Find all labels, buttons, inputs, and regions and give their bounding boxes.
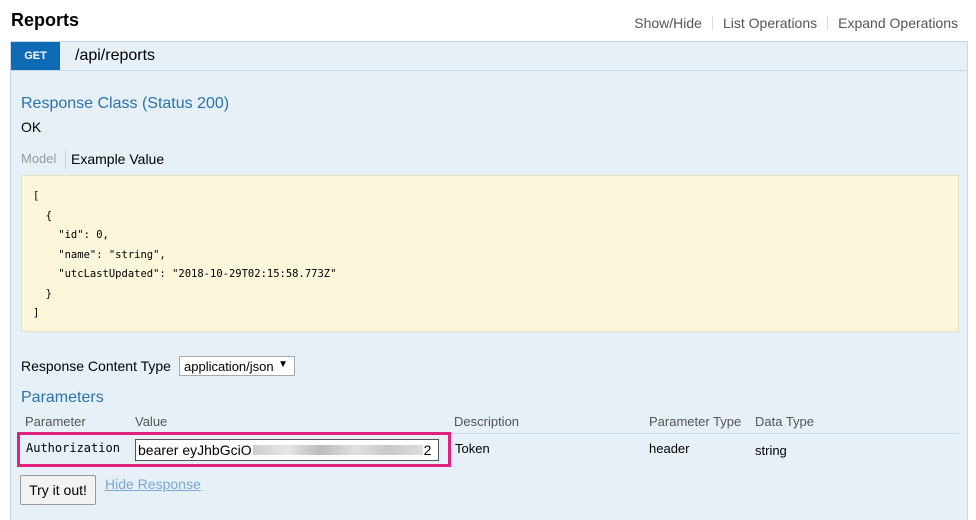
resource-title: Reports (11, 10, 80, 30)
dropdown-arrow-icon: ▼ (278, 359, 288, 370)
authorization-value-suffix: 2 (423, 442, 432, 458)
expand-operations-link[interactable]: Expand Operations (838, 15, 958, 31)
example-value-code: [ { "id": 0, "name": "string", "utcLastU… (33, 190, 337, 319)
col-header-parameter-type: Parameter Type (649, 414, 742, 429)
parameters-title: Parameters (21, 389, 104, 406)
authorization-value-input[interactable]: bearer eyJhbGciO 2 (135, 439, 439, 461)
header-links: Show/Hide List Operations Expand Operati… (634, 15, 958, 31)
col-header-data-type: Data Type (755, 414, 815, 429)
http-method-badge[interactable]: GET (11, 42, 60, 70)
param-name-authorization: Authorization (26, 441, 120, 455)
param-data-type: string (755, 443, 787, 458)
list-operations-link[interactable]: List Operations (723, 15, 817, 31)
response-status-text: OK (21, 119, 42, 135)
col-header-value: Value (135, 414, 168, 429)
col-header-description: Description (454, 414, 520, 429)
response-class-title: Response Class (Status 200) (21, 95, 230, 112)
example-value-box: [ { "id": 0, "name": "string", "utcLastU… (21, 175, 959, 332)
redacted-token (252, 445, 423, 455)
authorization-value-prefix: bearer eyJhbGciO (138, 442, 252, 458)
response-content-type-value: application/json (184, 358, 274, 374)
param-description: Token (455, 441, 490, 456)
col-header-parameter: Parameter (25, 414, 86, 429)
response-content-type-select[interactable]: application/json ▼ (179, 356, 295, 376)
operation-path[interactable]: /api/reports (75, 47, 155, 65)
link-divider (827, 16, 829, 30)
tab-model[interactable]: Model (21, 151, 56, 166)
show-hide-link[interactable]: Show/Hide (634, 15, 702, 31)
tab-example-value[interactable]: Example Value (71, 151, 164, 167)
response-content-type-label: Response Content Type (21, 358, 171, 374)
link-divider (711, 16, 713, 30)
try-it-out-button[interactable]: Try it out! (20, 475, 96, 505)
tab-divider (65, 149, 66, 169)
param-type: header (649, 441, 690, 456)
hide-response-link[interactable]: Hide Response (105, 476, 201, 492)
